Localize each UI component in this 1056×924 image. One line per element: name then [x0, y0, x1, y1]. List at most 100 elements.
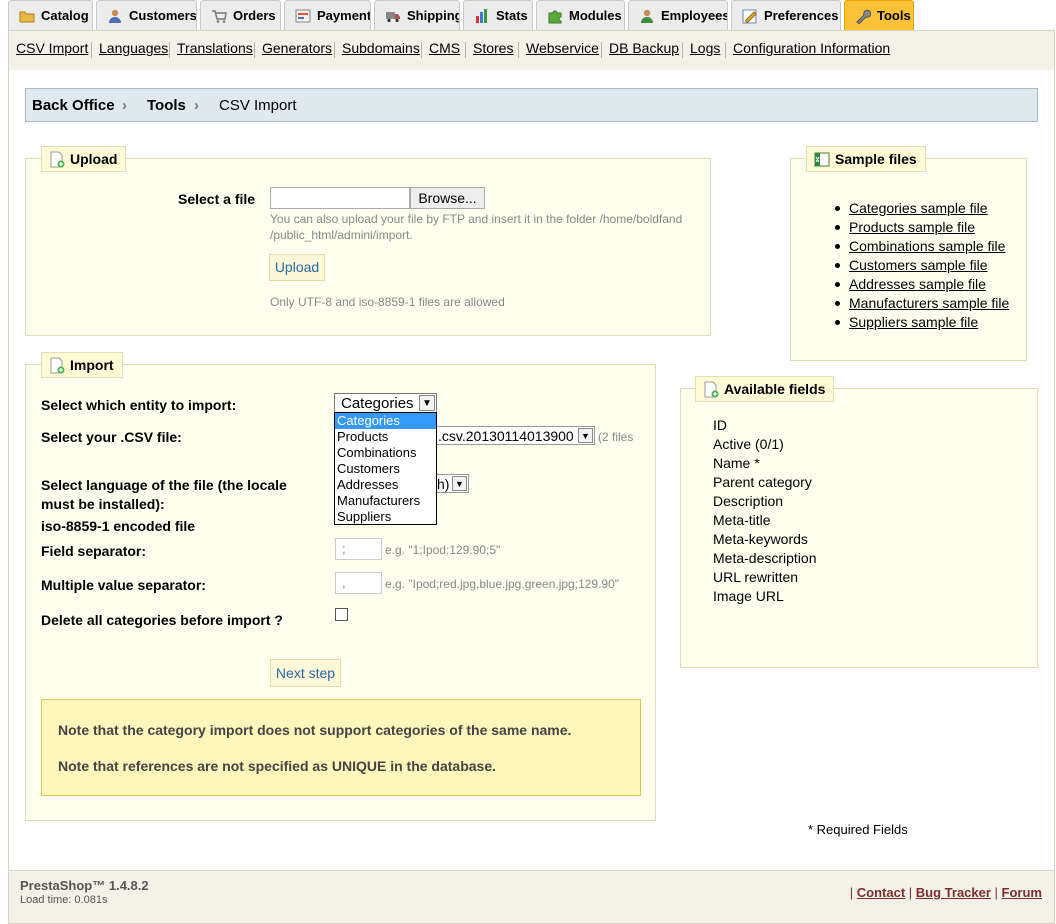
submenu-logs[interactable]: Logs	[690, 40, 720, 56]
delete-categories-checkbox[interactable]	[335, 608, 348, 621]
entity-option[interactable]: Suppliers	[335, 509, 436, 525]
chevron-right-icon: ›	[122, 97, 127, 114]
footer-forum-link[interactable]: Forum	[1002, 885, 1042, 900]
puzzle-icon	[548, 10, 562, 24]
customers-sample-link[interactable]: Customers sample file	[849, 257, 988, 273]
required-fields-note: * Required Fields	[808, 822, 908, 837]
upload-legend-text: Upload	[70, 151, 118, 167]
submenu-generators[interactable]: Generators	[262, 40, 332, 56]
list-item: URL rewritten	[713, 569, 799, 585]
next-step-button[interactable]: Next step	[270, 659, 341, 687]
categories-sample-link[interactable]: Categories sample file	[849, 200, 988, 216]
combinations-sample-link[interactable]: Combinations sample file	[849, 238, 1005, 254]
entity-select[interactable]: Categories ▼	[334, 393, 437, 413]
footer-bug-tracker-link[interactable]: Bug Tracker	[916, 885, 991, 900]
submenu-separator	[682, 42, 683, 58]
entity-option[interactable]: Categories	[335, 413, 436, 429]
csv-file-count: (2 files	[598, 430, 634, 444]
main-tab-bar: Catalog Customers Orders Payment Shippin…	[0, 0, 1056, 31]
footer-contact-link[interactable]: Contact	[857, 885, 905, 900]
tab-employees[interactable]: Employees	[628, 0, 728, 31]
delete-categories-label: Delete all categories before import ?	[41, 612, 283, 628]
products-sample-link[interactable]: Products sample file	[849, 219, 975, 235]
browse-button[interactable]: Browse...	[410, 187, 485, 209]
chart-icon	[476, 9, 487, 23]
tab-payment[interactable]: Payment	[284, 0, 371, 31]
sample-files-legend-text: Sample files	[835, 151, 917, 167]
list-item: Image URL	[713, 588, 784, 604]
submenu-separator	[91, 42, 92, 58]
import-notice-box: Note that the category import does not s…	[41, 699, 641, 796]
tab-label: Employees	[661, 8, 728, 23]
addresses-sample-link[interactable]: Addresses sample file	[849, 276, 986, 292]
suppliers-sample-link[interactable]: Suppliers sample file	[849, 314, 978, 330]
upload-legend: Upload	[41, 146, 127, 172]
entity-option[interactable]: Products	[335, 429, 436, 445]
submenu-separator	[601, 42, 602, 58]
submenu-configuration-information[interactable]: Configuration Information	[733, 40, 890, 56]
chevron-down-icon[interactable]: ▼	[578, 428, 593, 443]
customers-icon	[109, 9, 121, 23]
entity-option[interactable]: Addresses	[335, 477, 436, 493]
entity-option[interactable]: Combinations	[335, 445, 436, 461]
chevron-down-icon[interactable]: ▼	[419, 395, 435, 411]
spreadsheet-icon	[814, 152, 830, 167]
tab-label: Modules	[569, 8, 622, 23]
submenu-stores[interactable]: Stores	[473, 40, 513, 56]
folder-icon	[19, 11, 35, 23]
tab-preferences[interactable]: Preferences	[731, 0, 841, 31]
entity-option[interactable]: Manufacturers	[335, 493, 436, 509]
tab-catalog[interactable]: Catalog	[8, 0, 93, 31]
tab-customers[interactable]: Customers	[96, 0, 197, 31]
notice-line1: Note that the category import does not s…	[58, 722, 572, 738]
submenu-separator	[169, 42, 170, 58]
upload-fieldset	[25, 158, 711, 336]
submenu-subdomains[interactable]: Subdomains	[342, 40, 420, 56]
tab-orders[interactable]: Orders	[200, 0, 281, 31]
tab-tools[interactable]: Tools	[844, 0, 914, 31]
list-item: Combinations sample file	[835, 238, 1009, 257]
language-value: h)	[437, 476, 450, 492]
submenu-separator	[421, 42, 422, 58]
submenu-webservice[interactable]: Webservice	[526, 40, 599, 56]
breadcrumb: Back Office › Tools › CSV Import	[25, 88, 1038, 122]
tab-modules[interactable]: Modules	[536, 0, 625, 31]
language-label-line2: must be installed):	[41, 496, 165, 512]
csv-file-select[interactable]: .csv.20130114013900 ▼	[436, 426, 595, 445]
tab-label: Preferences	[764, 8, 839, 23]
language-label-line1: Select language of the file (the locale	[41, 477, 287, 493]
field-separator-value: ;	[342, 541, 346, 556]
submenu-languages[interactable]: Languages	[99, 40, 168, 56]
submenu-separator	[725, 42, 726, 58]
submenu-cms[interactable]: CMS	[429, 40, 460, 56]
list-item: Addresses sample file	[835, 276, 1009, 295]
tab-shipping[interactable]: Shipping	[374, 0, 460, 31]
entity-option[interactable]: Customers	[335, 461, 436, 477]
upload-button[interactable]: Upload	[269, 254, 325, 281]
multiple-separator-input[interactable]: ,	[335, 572, 382, 594]
breadcrumb-current: CSV Import	[219, 97, 297, 114]
list-item: Meta-keywords	[713, 531, 808, 547]
chevron-down-icon[interactable]: ▼	[452, 476, 467, 491]
breadcrumb-back-office[interactable]: Back Office	[32, 97, 115, 114]
submenu-translations[interactable]: Translations	[177, 40, 253, 56]
list-item: ID	[713, 417, 727, 433]
truck-icon	[386, 12, 400, 23]
manufacturers-sample-link[interactable]: Manufacturers sample file	[849, 295, 1009, 311]
document-add-icon	[704, 381, 719, 398]
list-item: Manufacturers sample file	[835, 295, 1009, 314]
tab-stats[interactable]: Stats	[463, 0, 533, 31]
submenu-csv-import[interactable]: CSV Import	[16, 40, 88, 56]
submenu-db-backup[interactable]: DB Backup	[609, 40, 679, 56]
field-separator-input[interactable]: ;	[335, 538, 382, 560]
language-select[interactable]: h) ▼	[436, 474, 469, 493]
breadcrumb-tools[interactable]: Tools	[147, 97, 186, 114]
tab-label: Shipping	[407, 8, 460, 23]
file-path-input[interactable]	[270, 187, 410, 209]
footer-links: | Contact | Bug Tracker | Forum	[849, 885, 1042, 900]
footer-brand: PrestaShop™ 1.4.8.2	[20, 878, 149, 893]
tools-submenu: CSV Import Languages Translations Genera…	[8, 30, 1055, 70]
field-separator-example: e.g. "1;Ipod;129.90;5"	[385, 543, 501, 557]
tab-label: Stats	[496, 8, 528, 23]
entity-select-value: Categories	[341, 395, 414, 412]
